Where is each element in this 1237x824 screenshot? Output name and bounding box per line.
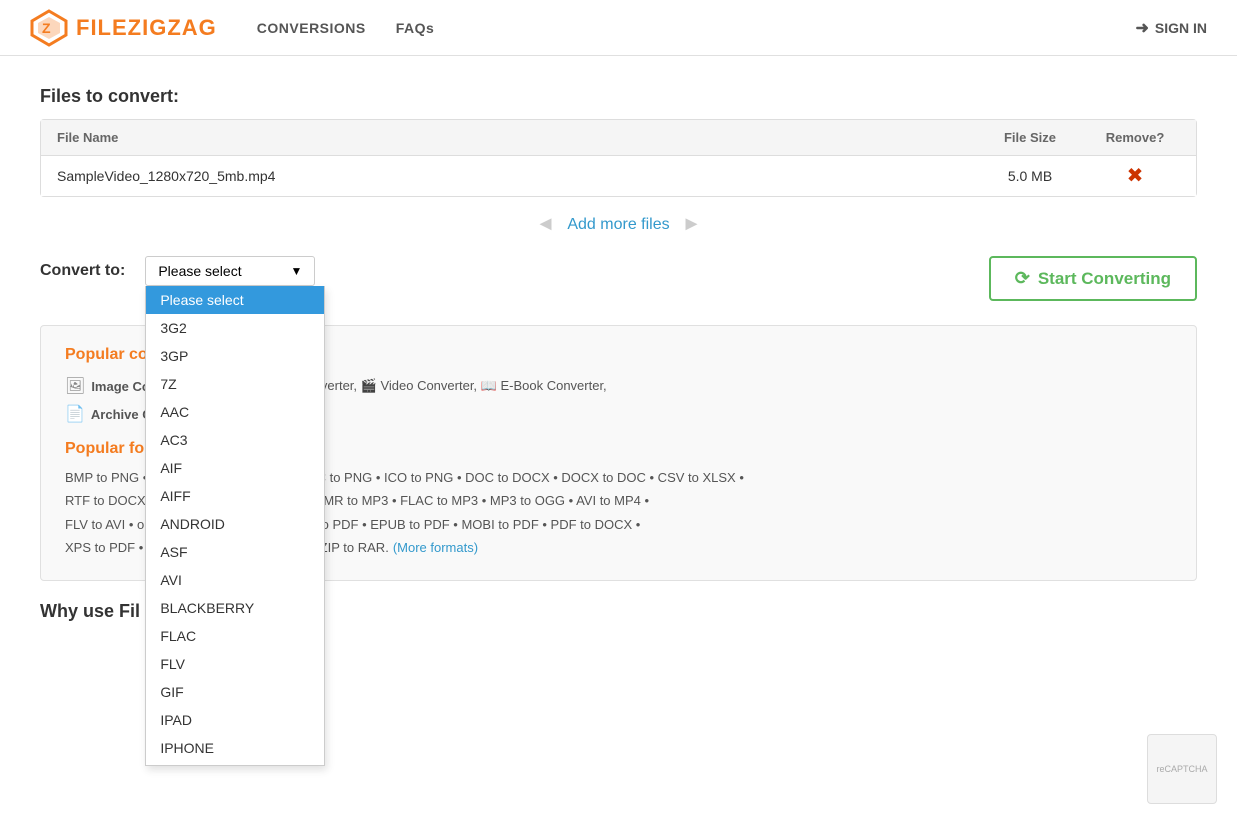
dropdown-item-gif[interactable]: GIF (146, 678, 324, 706)
dropdown-item-ac3[interactable]: AC3 (146, 426, 324, 454)
table-header: File Name File Size Remove? (41, 120, 1196, 156)
dropdown-item-asf[interactable]: ASF (146, 538, 324, 566)
recaptcha[interactable]: reCAPTCHA (1147, 734, 1217, 804)
convert-row: Convert to: Please select ▼ Please selec… (40, 256, 1197, 301)
dropdown-item-aiff[interactable]: AIFF (146, 482, 324, 510)
image-converter-label: Image Co (91, 379, 150, 394)
dropdown-item-iphone[interactable]: IPHONE (146, 734, 324, 762)
recaptcha-label: reCAPTCHA (1156, 764, 1207, 774)
right-arrow-icon[interactable]: ► (682, 213, 702, 236)
convert-label: Convert to: (40, 256, 125, 280)
format-select-button[interactable]: Please select ▼ (145, 256, 315, 286)
main-content: Files to convert: File Name File Size Re… (0, 56, 1237, 652)
start-converting-label: Start Converting (1038, 269, 1171, 289)
logo-text: FILEZIGZAG (76, 15, 217, 41)
format-select-value: Please select (158, 263, 241, 279)
file-size: 5.0 MB (970, 168, 1090, 184)
image-converter-icon: 🖼 (65, 376, 85, 396)
start-converting-button[interactable]: ⟳ Start Converting (989, 256, 1197, 301)
nav-conversions[interactable]: CONVERSIONS (257, 20, 366, 36)
col-header-name: File Name (57, 130, 970, 145)
dropdown-item-android[interactable]: ANDROID (146, 510, 324, 538)
sign-in-label: SIGN IN (1155, 20, 1207, 36)
add-more-files-link[interactable]: Add more files (567, 216, 669, 234)
col-header-size: File Size (970, 130, 1090, 145)
dropdown-item-flv[interactable]: FLV (146, 650, 324, 678)
col-header-remove: Remove? (1090, 130, 1180, 145)
file-table: File Name File Size Remove? SampleVideo_… (40, 119, 1197, 197)
archive-converter-label: Archive C (91, 407, 152, 422)
format-select-wrapper: Please select ▼ Please select 3G2 3GP 7Z… (145, 256, 315, 286)
sign-in-icon: ➜ (1135, 18, 1148, 38)
logo-icon: Z (30, 9, 68, 47)
table-row: SampleVideo_1280x720_5mb.mp4 5.0 MB ✖ (41, 156, 1196, 196)
format-dropdown[interactable]: Please select 3G2 3GP 7Z AAC AC3 AIF AIF… (145, 286, 325, 766)
file-name: SampleVideo_1280x720_5mb.mp4 (57, 168, 970, 184)
dropdown-item-aac[interactable]: AAC (146, 398, 324, 426)
nav-faqs[interactable]: FAQs (396, 20, 435, 36)
navbar: Z FILEZIGZAG CONVERSIONS FAQs ➜ SIGN IN (0, 0, 1237, 56)
left-arrow-icon[interactable]: ◄ (536, 213, 556, 236)
dropdown-item-blackberry[interactable]: BLACKBERRY (146, 594, 324, 622)
dropdown-item-avi[interactable]: AVI (146, 566, 324, 594)
remove-file-button[interactable]: ✖ (1127, 166, 1144, 186)
dropdown-item-3gp[interactable]: 3GP (146, 342, 324, 370)
archive-converter-icon: 📄 (65, 404, 85, 424)
dropdown-item-please-select[interactable]: Please select (146, 286, 324, 314)
svg-text:Z: Z (42, 20, 51, 36)
dropdown-item-ipad[interactable]: IPAD (146, 706, 324, 734)
dropdown-item-ipod[interactable]: IPOD (146, 762, 324, 766)
files-label: Files to convert: (40, 86, 1197, 107)
dropdown-item-7z[interactable]: 7Z (146, 370, 324, 398)
file-remove-cell: ✖ (1090, 166, 1180, 186)
nav-links: CONVERSIONS FAQs (257, 20, 1136, 36)
logo[interactable]: Z FILEZIGZAG (30, 9, 217, 47)
more-formats-link[interactable]: (More formats) (393, 536, 478, 559)
add-files-row: ◄ Add more files ► (40, 213, 1197, 236)
sign-in-button[interactable]: ➜ SIGN IN (1135, 18, 1207, 38)
ebook-icon: 📖 (481, 378, 497, 393)
dropdown-item-flac[interactable]: FLAC (146, 622, 324, 650)
dropdown-item-aif[interactable]: AIF (146, 454, 324, 482)
dropdown-arrow-icon: ▼ (290, 264, 302, 278)
start-converting-icon: ⟳ (1015, 268, 1030, 289)
video-icon: 🎬 (361, 378, 377, 393)
dropdown-item-3g2[interactable]: 3G2 (146, 314, 324, 342)
